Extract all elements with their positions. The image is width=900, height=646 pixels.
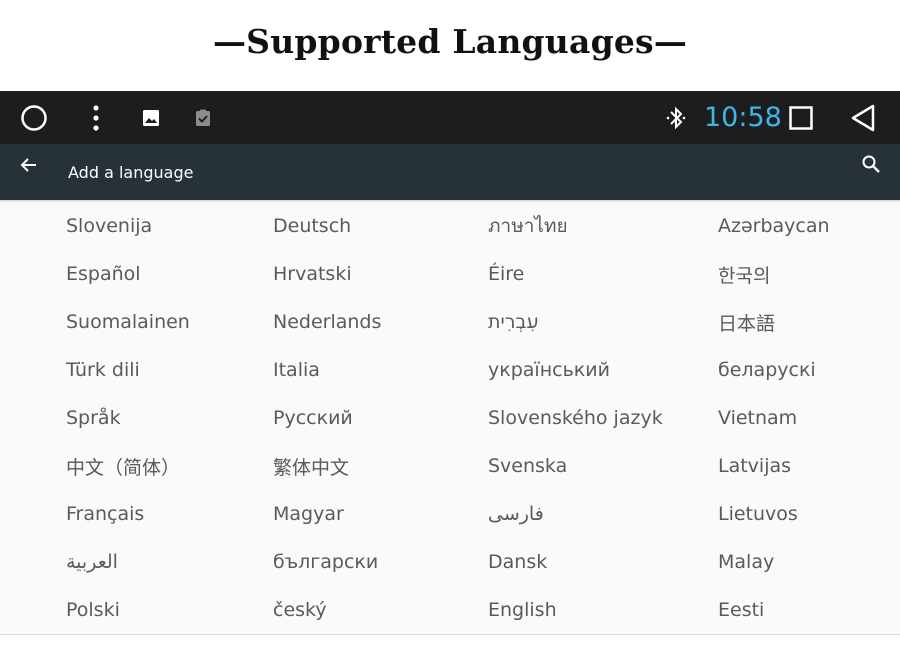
- language-item[interactable]: Italia: [273, 346, 320, 394]
- language-item[interactable]: Latvijas: [718, 442, 791, 490]
- list-row: Français Magyar فارسی Lietuvos: [0, 490, 900, 539]
- list-row: Suomalainen Nederlands עִבְרִית 日本語: [0, 298, 900, 347]
- search-icon[interactable]: [860, 153, 882, 175]
- list-row: Språk Русский Slovenského jazyk Vietnam: [0, 394, 900, 443]
- language-item[interactable]: עִבְרִית: [488, 298, 539, 346]
- banner: —Supported Languages—: [0, 0, 900, 91]
- language-item[interactable]: Slovenija: [66, 202, 152, 250]
- language-item[interactable]: беларускі: [718, 346, 816, 394]
- list-row: Türk dili Italia український беларускі: [0, 346, 900, 395]
- language-item[interactable]: Azərbaycan: [718, 202, 830, 250]
- bluetooth-icon: [664, 104, 688, 132]
- language-item[interactable]: Nederlands: [273, 298, 381, 346]
- language-item[interactable]: ภาษาไทย: [488, 202, 568, 250]
- list-row: Slovenija Deutsch ภาษาไทย Azərbaycan: [0, 202, 900, 251]
- language-item[interactable]: العربية: [66, 538, 118, 586]
- language-item[interactable]: English: [488, 586, 557, 634]
- clock: 10:58: [704, 102, 782, 133]
- clipboard-check-icon: [193, 108, 213, 128]
- list-row: 中文（简体） 繁体中文 Svenska Latvijas: [0, 442, 900, 491]
- language-item[interactable]: Svenska: [488, 442, 567, 490]
- language-item[interactable]: Polski: [66, 586, 120, 634]
- language-item[interactable]: Türk dili: [66, 346, 140, 394]
- home-circle-icon[interactable]: [20, 104, 48, 132]
- list-row: العربية български Dansk Malay: [0, 538, 900, 587]
- language-item[interactable]: 한국의: [718, 250, 770, 298]
- language-item[interactable]: Dansk: [488, 538, 547, 586]
- banner-title: —Supported Languages—: [212, 22, 688, 61]
- language-item[interactable]: český: [273, 586, 327, 634]
- overflow-menu-icon[interactable]: [86, 104, 106, 132]
- back-triangle-icon[interactable]: [848, 102, 878, 134]
- language-item[interactable]: Språk: [66, 394, 121, 442]
- image-icon: [141, 108, 161, 128]
- language-item[interactable]: Eesti: [718, 586, 764, 634]
- language-item[interactable]: Hrvatski: [273, 250, 352, 298]
- language-item[interactable]: 繁体中文: [273, 442, 349, 490]
- language-item[interactable]: український: [488, 346, 610, 394]
- list-row: Español Hrvatski Éire 한국의: [0, 250, 900, 299]
- language-item[interactable]: 中文（简体）: [66, 442, 180, 490]
- page-title: Add a language: [68, 163, 194, 182]
- language-item[interactable]: Vietnam: [718, 394, 797, 442]
- language-item[interactable]: Magyar: [273, 490, 344, 538]
- language-item[interactable]: Éire: [488, 250, 524, 298]
- language-item[interactable]: Français: [66, 490, 144, 538]
- language-item[interactable]: فارسی: [488, 490, 544, 538]
- language-item[interactable]: Malay: [718, 538, 774, 586]
- language-list: Slovenija Deutsch ภาษาไทย Azərbaycan Esp…: [0, 202, 900, 646]
- language-item[interactable]: Slovenského jazyk: [488, 394, 663, 442]
- language-item[interactable]: 日本語: [718, 298, 775, 346]
- language-item[interactable]: Deutsch: [273, 202, 351, 250]
- list-row: Polski český English Eesti: [0, 586, 900, 635]
- language-item[interactable]: Suomalainen: [66, 298, 190, 346]
- language-item[interactable]: Русский: [273, 394, 353, 442]
- recents-square-icon[interactable]: [787, 104, 815, 132]
- language-item[interactable]: български: [273, 538, 378, 586]
- language-item[interactable]: Español: [66, 250, 141, 298]
- language-item[interactable]: Lietuvos: [718, 490, 798, 538]
- arrow-left-icon[interactable]: [18, 154, 40, 176]
